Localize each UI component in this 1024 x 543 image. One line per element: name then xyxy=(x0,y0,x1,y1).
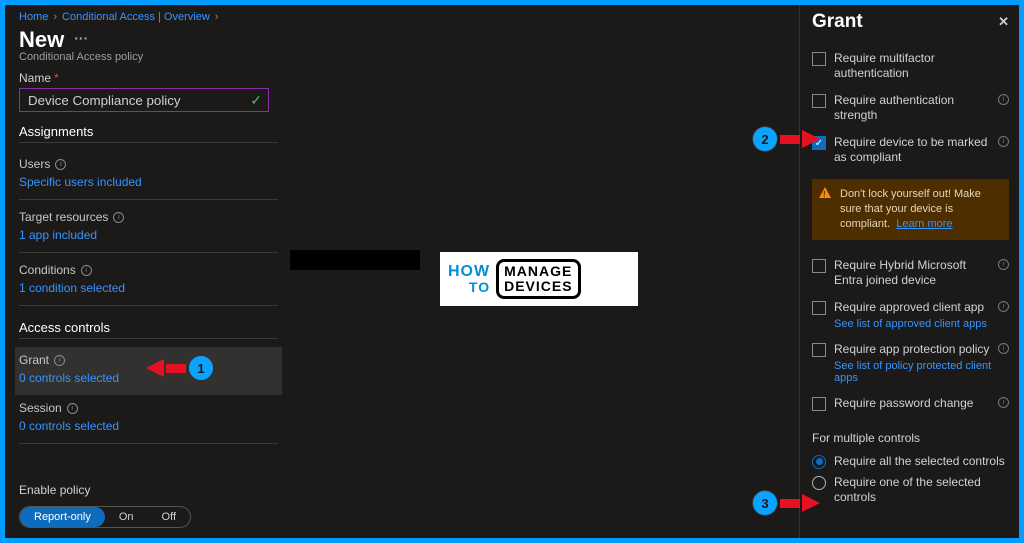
breadcrumb-home[interactable]: Home xyxy=(19,11,48,23)
callout-number: 3 xyxy=(752,490,778,516)
target-resources-value-link[interactable]: 1 app included xyxy=(19,228,278,242)
lbl-password-change: Require password change xyxy=(834,396,990,411)
info-icon[interactable]: i xyxy=(113,212,124,223)
grant-panel: Grant ✕ Require multifactor authenticati… xyxy=(799,5,1019,538)
lbl-require-all: Require all the selected controls xyxy=(834,454,1005,469)
lbl-auth-strength: Require authentication strength xyxy=(834,93,990,123)
chk-hybrid-joined[interactable] xyxy=(812,259,826,273)
lbl-app-protection: Require app protection policy xyxy=(834,342,990,357)
conditions-label: Conditions xyxy=(19,263,76,277)
enable-on[interactable]: On xyxy=(105,507,148,527)
policy-form-pane: Home › Conditional Access | Overview › N… xyxy=(5,5,290,538)
info-icon[interactable]: i xyxy=(998,301,1009,312)
access-controls-header: Access controls xyxy=(19,320,278,339)
callout-3: 3 xyxy=(752,490,820,516)
redaction-bar xyxy=(290,250,420,270)
chk-approved-app[interactable] xyxy=(812,301,826,315)
users-value-link[interactable]: Specific users included xyxy=(19,175,278,189)
info-icon[interactable]: i xyxy=(55,159,66,170)
enable-policy-label: Enable policy xyxy=(19,483,278,497)
enable-policy-toggle[interactable]: Report-only On Off xyxy=(19,506,191,528)
session-value-link[interactable]: 0 controls selected xyxy=(19,419,278,433)
grant-label: Grant xyxy=(19,353,49,367)
info-icon[interactable]: i xyxy=(54,355,65,366)
callout-number: 2 xyxy=(752,126,778,152)
arrow-left-icon xyxy=(146,359,164,377)
enable-off[interactable]: Off xyxy=(148,507,190,527)
lbl-require-compliant: Require device to be marked as compliant xyxy=(834,135,990,165)
chk-auth-strength[interactable] xyxy=(812,94,826,108)
grant-panel-title: Grant xyxy=(812,11,863,33)
multiple-controls-label: For multiple controls xyxy=(812,431,1009,445)
radio-require-all[interactable] xyxy=(812,455,826,469)
callout-1: 1 xyxy=(146,355,214,381)
arrow-stem xyxy=(780,499,800,508)
logo-to: TO xyxy=(469,280,490,294)
more-icon[interactable]: ··· xyxy=(74,30,88,50)
required-indicator: * xyxy=(54,71,59,85)
warning-learn-more-link[interactable]: Learn more xyxy=(896,218,952,230)
info-icon[interactable]: i xyxy=(998,94,1009,105)
conditions-value-link[interactable]: 1 condition selected xyxy=(19,281,278,295)
target-resources-label: Target resources xyxy=(19,210,108,224)
breadcrumb-conditional-access[interactable]: Conditional Access | Overview xyxy=(62,11,210,23)
page-subtitle: Conditional Access policy xyxy=(19,51,278,63)
checkmark-icon: ✓ xyxy=(250,92,262,109)
callout-2: 2 xyxy=(752,126,820,152)
info-icon[interactable]: i xyxy=(998,397,1009,408)
session-label: Session xyxy=(19,401,62,415)
name-label: Name xyxy=(19,71,51,85)
arrow-stem xyxy=(780,135,800,144)
arrow-right-icon xyxy=(802,494,820,512)
lockout-warning: ! Don't lock yourself out! Make sure tha… xyxy=(812,179,1009,240)
info-icon[interactable]: i xyxy=(998,259,1009,270)
chk-require-mfa[interactable] xyxy=(812,52,826,66)
policy-name-input[interactable] xyxy=(19,88,269,112)
logo-manage: MANAGE xyxy=(504,264,572,279)
lbl-require-mfa: Require multifactor authentication xyxy=(834,51,1009,81)
info-icon[interactable]: i xyxy=(998,136,1009,147)
approved-apps-link[interactable]: See list of approved client apps xyxy=(834,318,1009,330)
page-title: New xyxy=(19,27,64,53)
lbl-require-one: Require one of the selected controls xyxy=(834,475,1009,505)
logo-devices: DEVICES xyxy=(504,279,572,294)
chevron-right-icon: › xyxy=(53,11,57,23)
lbl-approved-app: Require approved client app xyxy=(834,300,990,315)
users-label: Users xyxy=(19,157,50,171)
chk-app-protection[interactable] xyxy=(812,343,826,357)
logo-how: HOW xyxy=(448,264,490,280)
howtomanagedevices-logo: HOW TO MANAGE DEVICES xyxy=(440,252,638,306)
breadcrumb: Home › Conditional Access | Overview › xyxy=(19,11,278,23)
info-icon[interactable]: i xyxy=(81,265,92,276)
arrow-stem xyxy=(166,364,186,373)
radio-require-one[interactable] xyxy=(812,476,826,490)
callout-number: 1 xyxy=(188,355,214,381)
close-icon[interactable]: ✕ xyxy=(998,14,1009,30)
assignments-header: Assignments xyxy=(19,124,278,143)
enable-report-only[interactable]: Report-only xyxy=(20,507,105,527)
chk-password-change[interactable] xyxy=(812,397,826,411)
arrow-right-icon xyxy=(802,130,820,148)
info-icon[interactable]: i xyxy=(67,403,78,414)
info-icon[interactable]: i xyxy=(998,343,1009,354)
app-protection-link[interactable]: See list of policy protected client apps xyxy=(834,360,1009,384)
lbl-hybrid-joined: Require Hybrid Microsoft Entra joined de… xyxy=(834,258,990,288)
warning-icon-exclaim: ! xyxy=(823,190,826,201)
chevron-right-icon: › xyxy=(215,11,219,23)
